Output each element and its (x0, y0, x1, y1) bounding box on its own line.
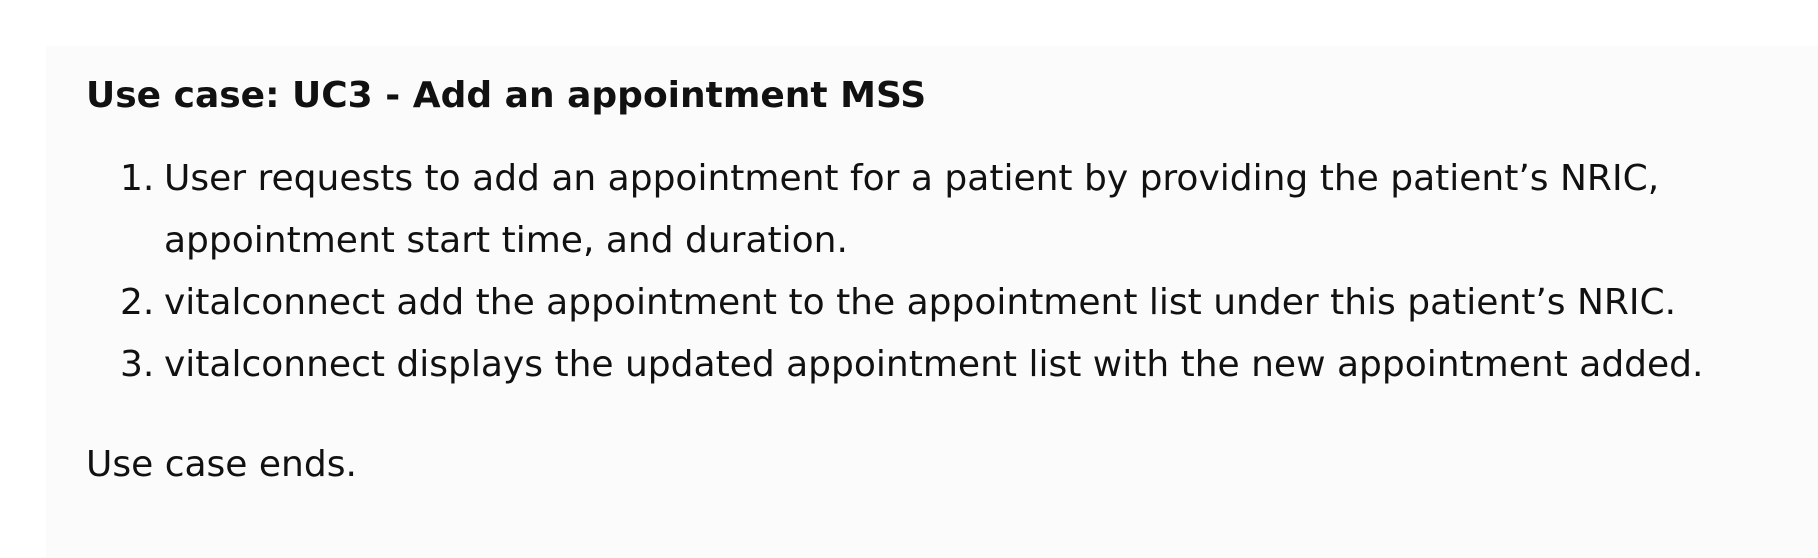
steps-list: User requests to add an appointment for … (86, 148, 1798, 396)
list-item: vitalconnect add the appointment to the … (120, 272, 1677, 334)
use-case-ending: Use case ends. (86, 444, 357, 485)
use-case-title: Use case: UC3 - Add an appointment MSS (86, 75, 927, 116)
list-item: vitalconnect displays the updated appoin… (120, 334, 1704, 396)
use-case-content: Use case: UC3 - Add an appointment MSS U… (86, 74, 1798, 496)
list-item: User requests to add an appointment for … (120, 148, 1660, 261)
use-case-panel: Use case: UC3 - Add an appointment MSS U… (46, 46, 1818, 558)
